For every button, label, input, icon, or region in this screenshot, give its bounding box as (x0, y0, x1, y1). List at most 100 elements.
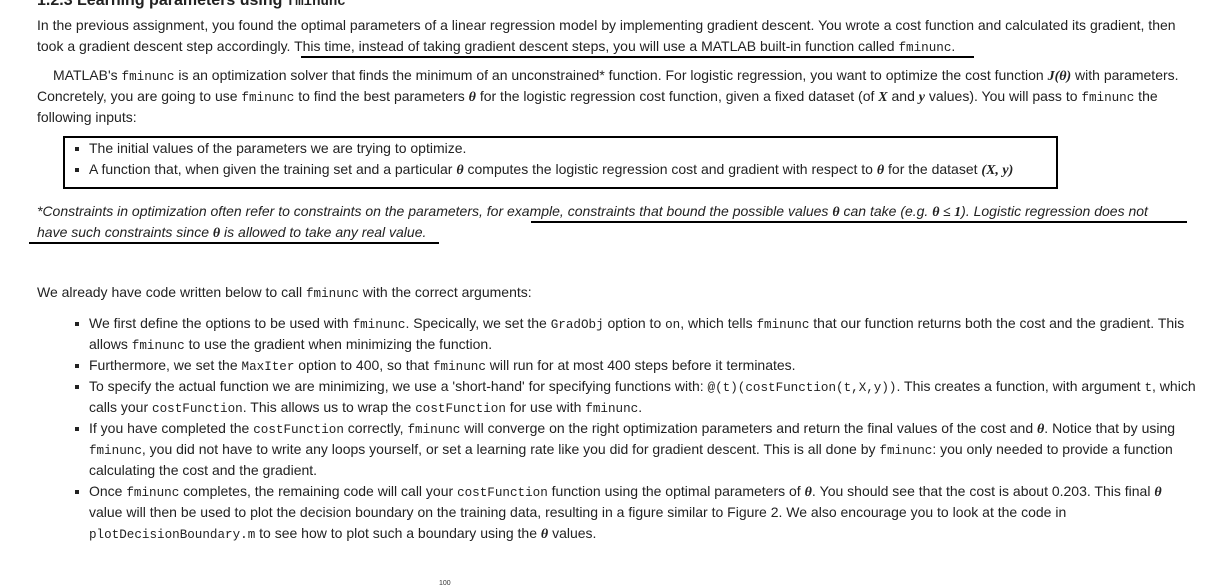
fminunc-code: fminunc (121, 70, 175, 84)
intro-line-1: In the previous assignment, you found th… (37, 15, 1176, 36)
list-text: Furthermore, we set the (89, 357, 242, 373)
fminunc-code: fminunc (879, 444, 933, 458)
para-text: with the correct arguments: (358, 284, 532, 300)
fminunc-code: fminunc (756, 318, 810, 332)
bullet-5-line-2: value will then be used to plot the deci… (89, 502, 1066, 523)
list-text: A function that, when given the training… (89, 161, 457, 177)
bullet (75, 385, 79, 389)
annotation-underline (531, 221, 1187, 223)
list-text: for the dataset (884, 161, 982, 177)
math-inequality: θ ≤ 1 (932, 205, 962, 220)
list-text: allows (89, 336, 132, 352)
list-text: calculating the cost and the gradient. (89, 462, 318, 478)
math-cost: J(θ) (1047, 69, 1072, 84)
maxiter-code: MaxIter (241, 360, 295, 374)
bullet-5-line-1: Once fminunc completes, the remaining co… (89, 481, 1162, 502)
note-text: ). Logistic regression does not (961, 203, 1148, 219)
list-text: to see how to plot such a boundary using… (255, 525, 541, 541)
para-text: with parameters. (1071, 67, 1179, 83)
list-text: . Notice that by using (1044, 420, 1176, 436)
para-text: Concretely, you are going to use (37, 88, 242, 104)
fminunc-code: fminunc (131, 339, 185, 353)
fminunc-code: fminunc (126, 486, 180, 500)
list-text: , which (1152, 378, 1196, 394)
bullet-4-line-3: calculating the cost and the gradient. (89, 460, 317, 481)
plotdecisionboundary-code: plotDecisionBoundary.m (89, 528, 256, 542)
note-text: can take (e.g. (839, 203, 933, 219)
para2-line-1: MATLAB's fminunc is an optimization solv… (53, 65, 1179, 86)
anon-function-code: @(t)(costFunction(t,X,y)) (707, 381, 897, 395)
t-code: t (1144, 381, 1153, 395)
list-text: . Specically, we set the (405, 315, 551, 331)
fminunc-code: fminunc (585, 402, 639, 416)
bullet-5-line-3: plotDecisionBoundary.m to see how to plo… (89, 523, 596, 544)
costfunction-code: costFunction (152, 402, 243, 416)
list-text: To specify the actual function we are mi… (89, 378, 708, 394)
list-text: : you only needed to provide a function (932, 441, 1173, 457)
gradobj-code: GradObj (550, 318, 604, 332)
code-intro: We already have code written below to ca… (37, 282, 532, 303)
list-text: calls your (89, 399, 153, 415)
list-text: completes, the remaining code will call … (179, 483, 458, 499)
bullet (75, 168, 79, 172)
bullet (75, 322, 79, 326)
bullet (75, 490, 79, 494)
bullet (75, 427, 79, 431)
para-text: and (887, 88, 919, 104)
intro-text: In the previous assignment, you found th… (37, 17, 1176, 33)
list-text: , which tells (680, 315, 757, 331)
fminunc-code: fminunc (898, 41, 952, 55)
para-text: values). You will pass to (924, 88, 1082, 104)
list-text: will run for at most 400 steps before it… (485, 357, 796, 373)
list-text: . This allows us to wrap the (242, 399, 416, 415)
list-text: to use the gradient when minimizing the … (184, 336, 493, 352)
para-text: to find the best parameters (294, 88, 469, 104)
fminunc-code: fminunc (306, 287, 359, 301)
inputs-item-2: A function that, when given the training… (89, 159, 1013, 180)
list-text: , you did not have to write any loops yo… (141, 441, 880, 457)
list-text: If you have completed the (89, 420, 254, 436)
bullet-1-line-1: We first define the options to be used w… (89, 313, 1184, 334)
para2-line-3: following inputs: (37, 107, 137, 128)
intro-text: This time, instead of taking gradient de… (294, 38, 899, 54)
fminunc-code: fminunc (89, 444, 142, 458)
note-text: is allowed to take any real value. (220, 224, 427, 240)
list-text: . This creates a function, with argument (896, 378, 1145, 394)
costfunction-code: costFunction (415, 402, 506, 416)
figure-axis-tick: 100 (439, 580, 451, 587)
para-text: for the logistic regression cost functio… (475, 88, 879, 104)
list-text: Once (89, 483, 127, 499)
list-text: computes the logistic regression cost an… (463, 161, 877, 177)
list-text: value will then be used to plot the deci… (89, 504, 1067, 520)
para-text: following inputs: (37, 109, 137, 125)
para2-line-2: Concretely, you are going to use fminunc… (37, 86, 1158, 107)
annotation-underline (29, 242, 439, 244)
note-text: have such constraints since (37, 224, 213, 240)
math-theta: θ (832, 205, 840, 220)
intro-line-2: took a gradient descent step accordingly… (37, 36, 955, 57)
bullet-3-line-1: To specify the actual function we are mi… (89, 376, 1196, 397)
bullet (75, 147, 79, 151)
list-text: . You should see that the cost is about … (811, 483, 1155, 499)
fminunc-code: fminunc (352, 318, 406, 332)
heading-func: fminunc (286, 0, 346, 10)
para-text: the (1134, 88, 1158, 104)
list-text: The initial values of the parameters we … (89, 140, 467, 156)
on-code: on (665, 318, 681, 332)
bullet-1-line-2: allows fminunc to use the gradient when … (89, 334, 492, 355)
bullet-3-line-2: calls your costFunction. This allows us … (89, 397, 642, 418)
list-text: that our function returns both the cost … (809, 315, 1185, 331)
bullet-4-line-2: fminunc, you did not have to write any l… (89, 439, 1173, 460)
fminunc-code: fminunc (241, 91, 295, 105)
math-theta: θ (468, 90, 476, 105)
list-text: option to (603, 315, 666, 331)
intro-text: . (951, 38, 956, 54)
bullet-2: Furthermore, we set the MaxIter option t… (89, 355, 796, 376)
math-dataset: (X, y) (981, 163, 1014, 178)
list-text: . (638, 399, 643, 415)
bullet-4-line-1: If you have completed the costFunction c… (89, 418, 1175, 439)
note-line-1: *Constraints in optimization often refer… (37, 201, 1148, 222)
list-text: option to 400, so that (294, 357, 433, 373)
para-text: MATLAB's (53, 67, 122, 83)
math-theta: θ (1154, 485, 1162, 500)
